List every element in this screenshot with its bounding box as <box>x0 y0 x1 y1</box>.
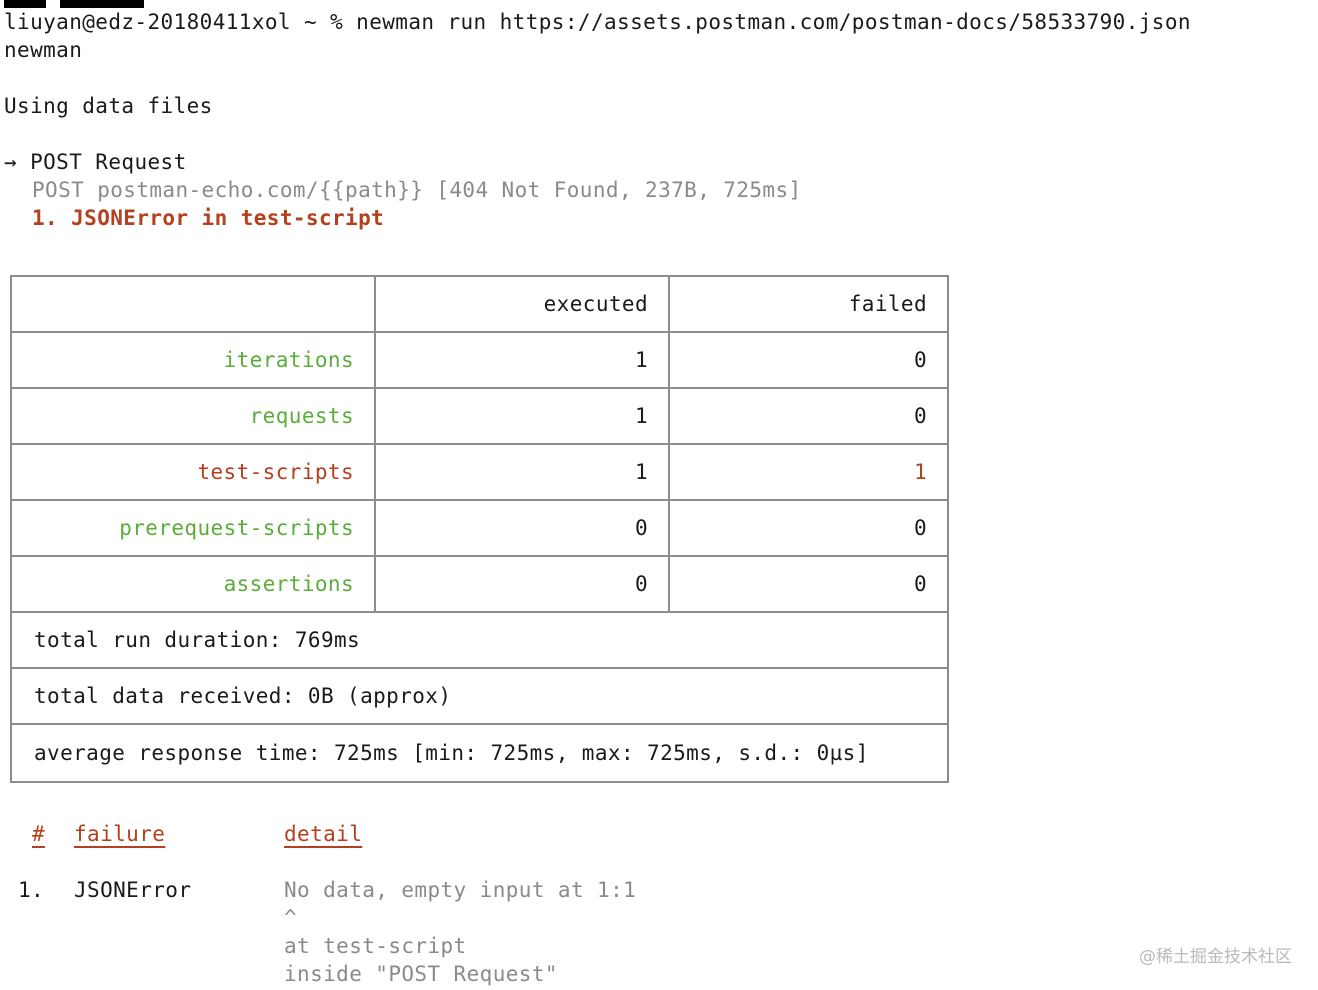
request-line: POST postman-echo.com/{{path}} [404 Not … <box>32 178 802 202</box>
command-prompt: liuyan@edz-20180411xol ~ % newman run ht… <box>4 10 1191 34</box>
average-response-time: average response time: 725ms [min: 725ms… <box>34 741 869 765</box>
row-executed: 1 <box>376 333 670 387</box>
watermark: @稀土掘金技术社区 <box>1139 947 1292 967</box>
header-failed: failed <box>848 292 927 316</box>
arrow-icon: → <box>4 150 18 174</box>
failure-detail-line: inside "POST Request" <box>284 962 558 986</box>
table-header-row: executed failed <box>12 277 947 333</box>
error-line: 1. JSONError in test-script <box>32 206 385 230</box>
table-row: prerequest-scripts 0 0 <box>12 501 947 557</box>
row-executed: 1 <box>376 445 670 499</box>
row-failed: 1 <box>913 460 927 484</box>
row-label: test-scripts <box>12 445 376 499</box>
truncated-block <box>60 0 144 8</box>
app-name: newman <box>4 38 83 62</box>
failure-detail-line: at test-script <box>284 934 467 958</box>
row-executed: 0 <box>376 557 670 611</box>
truncated-block <box>4 0 46 8</box>
failure-index-header: # <box>32 822 46 846</box>
row-failed: 0 <box>913 404 927 428</box>
summary-table: executed failed iterations 1 0 requests … <box>10 275 949 783</box>
total-duration-row: total run duration: 769ms <box>12 613 947 669</box>
table-row: test-scripts 1 1 <box>12 445 947 501</box>
truncated-top-lines <box>4 0 144 8</box>
header-empty <box>12 277 376 331</box>
failure-detail-header: detail <box>284 822 363 846</box>
row-label: prerequest-scripts <box>12 501 376 555</box>
request-name: POST Request <box>30 150 187 174</box>
failure-detail-line: ^ <box>284 906 298 930</box>
row-executed: 0 <box>376 501 670 555</box>
row-label: iterations <box>12 333 376 387</box>
avg-response-row: average response time: 725ms [min: 725ms… <box>12 725 947 781</box>
row-failed: 0 <box>913 516 927 540</box>
failure-detail-line: No data, empty input at 1:1 <box>284 878 637 902</box>
total-data-received: total data received: 0B (approx) <box>34 684 452 708</box>
row-executed: 1 <box>376 389 670 443</box>
table-row: requests 1 0 <box>12 389 947 445</box>
failure-name-header: failure <box>74 822 166 846</box>
table-row: iterations 1 0 <box>12 333 947 389</box>
failure-index: 1. <box>18 878 45 902</box>
row-label: assertions <box>12 557 376 611</box>
data-files-text: Using data files <box>4 94 213 118</box>
table-row: assertions 0 0 <box>12 557 947 613</box>
request-header: → POST Request <box>4 148 187 176</box>
header-executed: executed <box>376 277 670 331</box>
row-failed: 0 <box>913 348 927 372</box>
total-data-row: total data received: 0B (approx) <box>12 669 947 725</box>
total-run-duration: total run duration: 769ms <box>34 628 361 652</box>
row-label: requests <box>12 389 376 443</box>
failure-name: JSONError <box>74 878 192 902</box>
row-failed: 0 <box>913 572 927 596</box>
